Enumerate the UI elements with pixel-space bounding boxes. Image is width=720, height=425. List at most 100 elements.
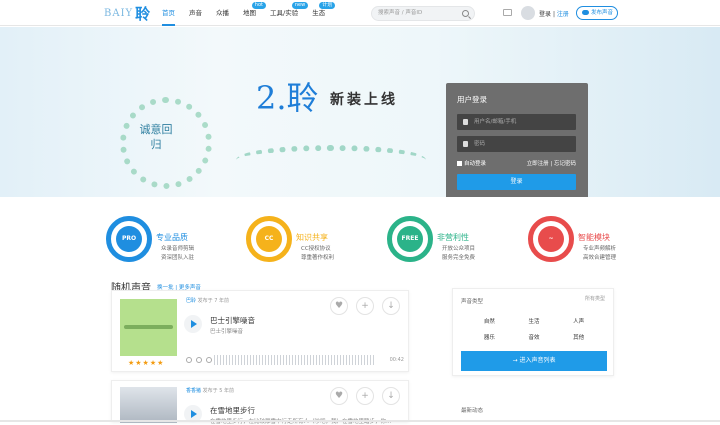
login-options: 自动登录 立即注册 | 忘记密码 bbox=[457, 159, 576, 167]
feature-desc: 开放公众项目 bbox=[442, 246, 476, 252]
remember-checkbox[interactable] bbox=[457, 161, 462, 166]
banner-slogan-text: 新装上线 bbox=[330, 92, 398, 108]
download-icon[interactable]: ↓ bbox=[382, 387, 400, 405]
nav-broadcast[interactable]: 众播 bbox=[216, 0, 229, 26]
like-icon[interactable]: ♥ bbox=[330, 297, 348, 315]
add-icon[interactable]: + bbox=[356, 297, 374, 315]
nav-tools[interactable]: 工具/实验 new bbox=[270, 0, 309, 26]
card-actions: ♥ + ↓ bbox=[322, 387, 400, 405]
nav-home[interactable]: 首页 bbox=[162, 0, 175, 26]
sound-title[interactable]: 在雪地里步行 bbox=[210, 405, 255, 416]
feature-desc: 服务完全免费 bbox=[442, 255, 476, 261]
sound-author[interactable]: 巴聆 bbox=[186, 298, 196, 304]
waveform-icon bbox=[124, 325, 173, 329]
add-icon[interactable]: + bbox=[356, 387, 374, 405]
latest-updates-title: 最新动态 bbox=[461, 408, 484, 414]
category-life[interactable]: 生活 bbox=[512, 317, 557, 325]
nav-label: 声音 bbox=[189, 9, 202, 17]
feature-free: FREE 非营利性 开放公众项目 服务完全免费 bbox=[387, 212, 517, 262]
feature-smart: ~ 智能模块 专业声频解析 高效合建管理 bbox=[528, 212, 658, 262]
enter-label: 进入声音列表 bbox=[519, 357, 556, 364]
sound-type-panel: 声音类型 所有类型 自然 生活 人声 器乐 音效 其他 → 进入声音列表 bbox=[452, 288, 614, 376]
feature-pro: PRO 专业品质 众录音师剪辑 资深团队入驻 bbox=[106, 212, 236, 262]
mail-icon[interactable] bbox=[503, 9, 512, 16]
search-placeholder: 搜索声音 / 声音ID bbox=[378, 10, 423, 16]
category-other[interactable]: 其他 bbox=[556, 333, 601, 341]
lock-icon bbox=[463, 141, 468, 147]
feature-desc: 尊重著作权利 bbox=[301, 255, 335, 261]
sound-author[interactable]: 香香猪 bbox=[186, 388, 201, 394]
password-field[interactable]: 密码 bbox=[457, 136, 576, 152]
login-links: 登录 | 注册 bbox=[539, 9, 569, 18]
card-actions: ♥ + ↓ bbox=[322, 297, 400, 315]
download-icon[interactable]: ↓ bbox=[382, 297, 400, 315]
all-types-link[interactable]: 所有类型 bbox=[585, 295, 605, 302]
sound-meta: 香香猪 发布于 5 年前 bbox=[186, 387, 234, 394]
publish-button[interactable]: 发布声音 bbox=[576, 6, 618, 20]
register-forgot-links[interactable]: 立即注册 | 忘记密码 bbox=[527, 159, 576, 167]
banner-slogan-number: 2.聆 bbox=[256, 79, 319, 117]
waveform-track[interactable] bbox=[214, 355, 374, 365]
feature-desc: 高效合建管理 bbox=[583, 255, 617, 261]
cc-badge-icon: CC bbox=[256, 226, 282, 252]
banner-seal-text: 诚意回归 bbox=[139, 123, 173, 151]
sound-card[interactable]: ★★★★★ 巴聆 发布于 7 年前 巴士引擎噪音 巴士引擎噪音 ♥ + ↓ 00… bbox=[111, 290, 409, 372]
like-icon[interactable]: ♥ bbox=[330, 387, 348, 405]
feature-title: 专业品质 bbox=[156, 233, 188, 242]
pro-ring-icon: PRO bbox=[106, 216, 152, 262]
category-nature[interactable]: 自然 bbox=[467, 317, 512, 325]
duration: 00:42 bbox=[389, 357, 404, 363]
login-button[interactable]: 登录 bbox=[457, 174, 576, 190]
feature-cc: CC 知识共享 CC授权协议 尊重著作权利 bbox=[246, 212, 376, 262]
category-voice[interactable]: 人声 bbox=[556, 317, 601, 325]
sound-date: 发布于 7 年前 bbox=[197, 298, 229, 304]
nav-map[interactable]: 地图 hot bbox=[243, 0, 266, 26]
loop-icon[interactable] bbox=[196, 357, 202, 363]
panel-title: 声音类型 bbox=[461, 299, 484, 305]
nav-label: 众播 bbox=[216, 9, 229, 17]
search-input[interactable]: 搜索声音 / 声音ID bbox=[371, 6, 475, 21]
free-badge-icon: FREE bbox=[397, 226, 423, 252]
category-instrument[interactable]: 器乐 bbox=[467, 333, 512, 341]
plan-badge: 计划 bbox=[319, 2, 336, 9]
volume-icon[interactable] bbox=[206, 357, 212, 363]
sound-card[interactable]: 香香猪 发布于 5 年前 在雪地里步行 在雪地里步行，在比较厚雪中行走所有人（吵… bbox=[111, 380, 409, 425]
user-icon bbox=[463, 119, 468, 125]
nav-label: 生态 bbox=[312, 9, 326, 17]
leaves-icon bbox=[236, 145, 426, 175]
sound-date: 发布于 5 年前 bbox=[202, 388, 234, 394]
feature-title: 知识共享 bbox=[296, 233, 328, 242]
sound-thumbnail[interactable] bbox=[120, 299, 177, 356]
login-panel: 用户登录 用户名/邮箱/手机 密码 自动登录 立即注册 | 忘记密码 登录 bbox=[446, 83, 588, 197]
login-link[interactable]: 登录 bbox=[539, 11, 551, 18]
pause-icon[interactable] bbox=[186, 357, 192, 363]
cc-ring-icon: CC bbox=[246, 216, 292, 262]
username-placeholder: 用户名/邮箱/手机 bbox=[474, 119, 517, 125]
search-icon[interactable] bbox=[462, 10, 469, 17]
nav-label: 工具/实验 bbox=[270, 9, 299, 17]
hero-banner[interactable]: 诚意回归 2.聆 新装上线 用户登录 用户名/邮箱/手机 密码 自动登录 立即注… bbox=[0, 27, 720, 197]
feature-desc: 专业声频解析 bbox=[583, 246, 617, 252]
separator: | bbox=[552, 11, 555, 18]
top-navbar: BAIY 聆 首页 声音 众播 地图 hot 工具/实验 new 生态 计划 搜索声音… bbox=[0, 0, 720, 26]
sound-meta: 巴聆 发布于 7 年前 bbox=[186, 297, 229, 304]
feature-title: 智能模块 bbox=[578, 233, 610, 242]
nav-ecology[interactable]: 生态 计划 bbox=[312, 0, 336, 26]
site-logo[interactable]: BAIY 聆 bbox=[104, 4, 151, 23]
sound-thumbnail[interactable] bbox=[120, 387, 177, 423]
feature-title: 非营利性 bbox=[437, 233, 469, 242]
waveform-icon: ~ bbox=[538, 226, 564, 252]
category-effects[interactable]: 音效 bbox=[512, 333, 557, 341]
sound-title[interactable]: 巴士引擎噪音 bbox=[210, 315, 255, 326]
logo-text-cn: 聆 bbox=[135, 4, 151, 23]
enter-sound-list-button[interactable]: → 进入声音列表 bbox=[461, 351, 607, 371]
cloud-upload-icon bbox=[582, 10, 589, 15]
nav-label: 首页 bbox=[162, 9, 175, 17]
hot-badge: hot bbox=[251, 2, 266, 9]
nav-sounds[interactable]: 声音 bbox=[189, 0, 202, 26]
logo-text-en: BAIY bbox=[104, 7, 134, 19]
username-field[interactable]: 用户名/邮箱/手机 bbox=[457, 114, 576, 130]
avatar[interactable] bbox=[521, 6, 535, 20]
play-button[interactable] bbox=[184, 315, 202, 333]
register-link[interactable]: 注册 bbox=[557, 11, 569, 18]
